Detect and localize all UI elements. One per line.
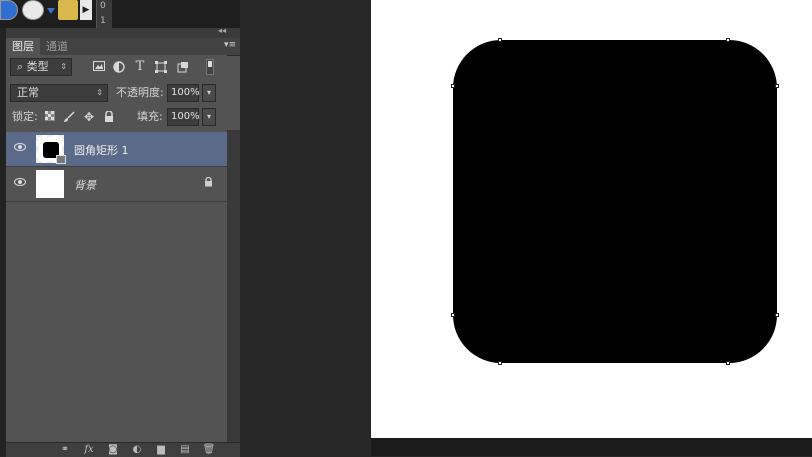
- path-anchor-point[interactable]: [775, 313, 779, 317]
- blend-opacity-row: 正常 ⇕ 不透明度: 100% ▾: [6, 81, 227, 107]
- dropdown-triangle-icon[interactable]: [47, 8, 55, 14]
- select-updown-icon: ⇕: [96, 88, 103, 97]
- path-anchor-point[interactable]: [451, 313, 455, 317]
- path-anchor-point[interactable]: [498, 38, 502, 42]
- blend-mode-value: 正常: [17, 86, 39, 99]
- lock-fill-row: 锁定: ✥ 填充: 100% ▾: [6, 106, 227, 131]
- link-layers-icon[interactable]: ⚭: [58, 443, 72, 457]
- collapse-arrows-icon[interactable]: ◂◂: [218, 26, 226, 35]
- filter-kind-label: 类型: [26, 60, 49, 73]
- vertical-ruler: 0 1: [96, 0, 112, 28]
- arrow-right-icon[interactable]: ▶: [80, 0, 92, 20]
- ruler-mark: 0: [100, 1, 106, 11]
- opacity-dropdown-icon[interactable]: ▾: [202, 84, 216, 102]
- adjustment-icon[interactable]: ◐: [130, 443, 144, 457]
- layer-row[interactable]: 背景: [6, 167, 227, 202]
- eye-icon[interactable]: [14, 178, 26, 186]
- lock-all-icon[interactable]: [102, 110, 116, 125]
- tab-layers[interactable]: 图层: [6, 38, 40, 55]
- lock-label: 锁定:: [12, 110, 38, 123]
- filter-row: ⌕ 类型 ⇕ T: [6, 55, 227, 82]
- canvas-bottom-edge: [371, 438, 812, 456]
- lock-move-icon[interactable]: ✥: [82, 110, 96, 124]
- search-icon: ⌕: [17, 60, 24, 73]
- fill-input[interactable]: 100%: [167, 108, 200, 126]
- path-anchor-point[interactable]: [726, 38, 730, 42]
- layers-bottom-bar: ⚭ fx ◙ ◐ ▆ ▤ 🗑: [6, 442, 240, 457]
- lock-icon: [204, 176, 213, 187]
- path-anchor-point[interactable]: [451, 84, 455, 88]
- shape-filter-icon[interactable]: [154, 61, 168, 75]
- layer-name[interactable]: 圆角矩形 1: [74, 142, 129, 158]
- fill-label: 填充:: [137, 110, 163, 123]
- fill-dropdown-icon[interactable]: ▾: [202, 108, 216, 126]
- layers-scrollbar[interactable]: [227, 130, 240, 442]
- filter-toggle-switch[interactable]: [206, 59, 214, 75]
- rounded-rectangle-shape[interactable]: [453, 40, 777, 363]
- layer-row[interactable]: 圆角矩形 1: [6, 132, 227, 167]
- path-anchor-point[interactable]: [726, 361, 730, 365]
- eye-icon[interactable]: [14, 143, 26, 151]
- smart-object-filter-icon[interactable]: [176, 61, 190, 75]
- path-anchor-point[interactable]: [498, 361, 502, 365]
- fx-icon[interactable]: fx: [82, 443, 96, 457]
- circle-tool-icon[interactable]: [22, 0, 44, 20]
- opacity-label: 不透明度:: [116, 86, 164, 99]
- trash-icon[interactable]: 🗑: [202, 443, 216, 457]
- filter-kind-select[interactable]: ⌕ 类型 ⇕: [10, 58, 72, 76]
- image-filter-icon[interactable]: [92, 61, 106, 75]
- lock-brush-icon[interactable]: [62, 111, 76, 125]
- panel-menu-icon[interactable]: ▾≡: [224, 40, 236, 50]
- panel-collapse-bar[interactable]: ◂◂: [6, 26, 240, 38]
- new-layer-icon[interactable]: ▤: [178, 443, 192, 457]
- document-canvas[interactable]: [371, 0, 812, 438]
- tab-channels[interactable]: 通道: [40, 38, 74, 55]
- layer-name[interactable]: 背景: [74, 177, 96, 193]
- ruler-mark: 1: [100, 16, 106, 26]
- blend-mode-select[interactable]: 正常 ⇕: [10, 84, 108, 102]
- panel-tabs: 图层 通道 ▾≡: [6, 38, 240, 56]
- type-filter-icon[interactable]: T: [133, 60, 147, 74]
- path-anchor-point[interactable]: [775, 84, 779, 88]
- group-folder-icon[interactable]: ▆: [154, 443, 168, 457]
- layer-thumbnail: [36, 135, 66, 164]
- lock-transparent-icon[interactable]: [43, 111, 57, 125]
- mask-icon[interactable]: ◙: [106, 443, 120, 457]
- layer-thumbnail: [36, 170, 64, 198]
- adjustment-filter-icon[interactable]: [112, 61, 126, 75]
- vector-mask-icon: [56, 155, 66, 164]
- select-updown-icon: ⇕: [60, 62, 67, 71]
- folder-icon[interactable]: [58, 0, 78, 20]
- opacity-input[interactable]: 100%: [167, 84, 200, 102]
